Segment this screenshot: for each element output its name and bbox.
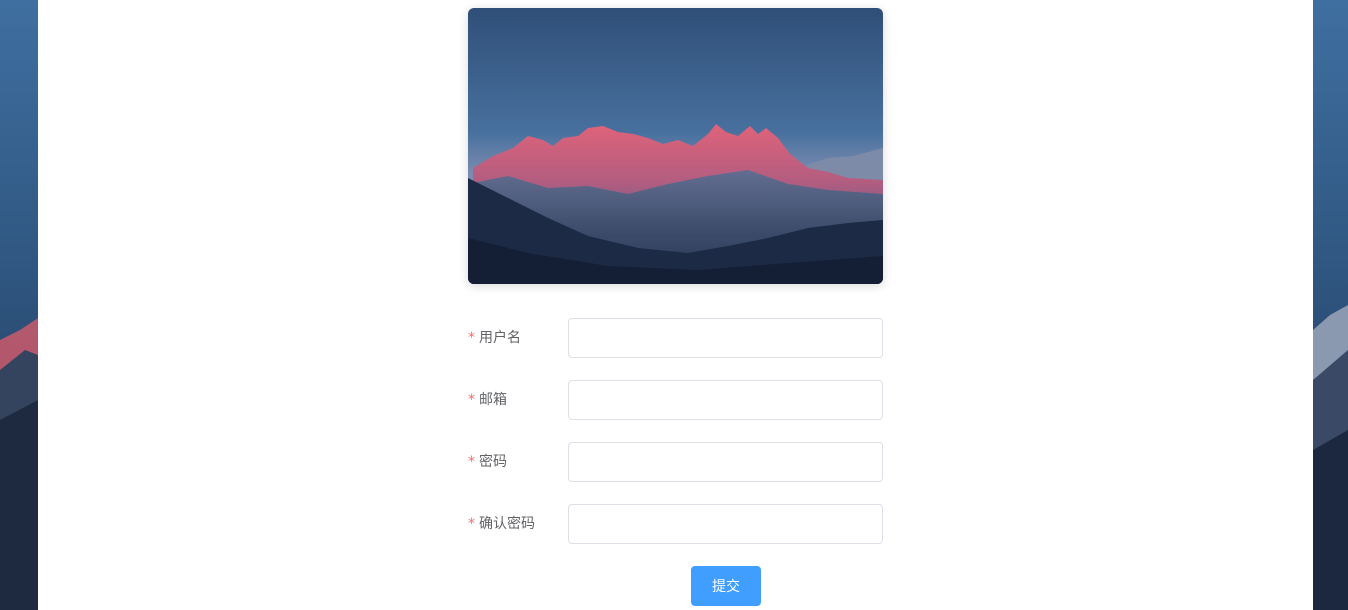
confirm-password-label: * 确认密码 [468, 504, 535, 544]
username-label-text: 用户名 [479, 330, 521, 346]
email-label-text: 邮箱 [479, 392, 507, 408]
confirm-password-label-text: 确认密码 [479, 516, 535, 532]
required-mark: * [468, 454, 475, 470]
required-mark: * [468, 516, 475, 532]
mountain-image [468, 8, 883, 284]
form-row-confirm-password: * 确认密码 [468, 504, 883, 544]
email-input[interactable] [568, 380, 883, 420]
submit-button[interactable]: 提交 [691, 566, 761, 606]
required-mark: * [468, 392, 475, 408]
confirm-password-input[interactable] [568, 504, 883, 544]
password-label: * 密码 [468, 442, 507, 482]
main-panel: * 用户名 * 邮箱 * 密码 * 确认密码 提交 [38, 0, 1313, 610]
required-mark: * [468, 330, 475, 346]
form-row-password: * 密码 [468, 442, 883, 482]
username-input[interactable] [568, 318, 883, 358]
password-input[interactable] [568, 442, 883, 482]
password-label-text: 密码 [479, 454, 507, 470]
username-label: * 用户名 [468, 318, 521, 358]
form-row-email: * 邮箱 [468, 380, 883, 420]
hero-image [468, 8, 883, 284]
form-row-username: * 用户名 [468, 318, 883, 358]
email-label: * 邮箱 [468, 380, 507, 420]
